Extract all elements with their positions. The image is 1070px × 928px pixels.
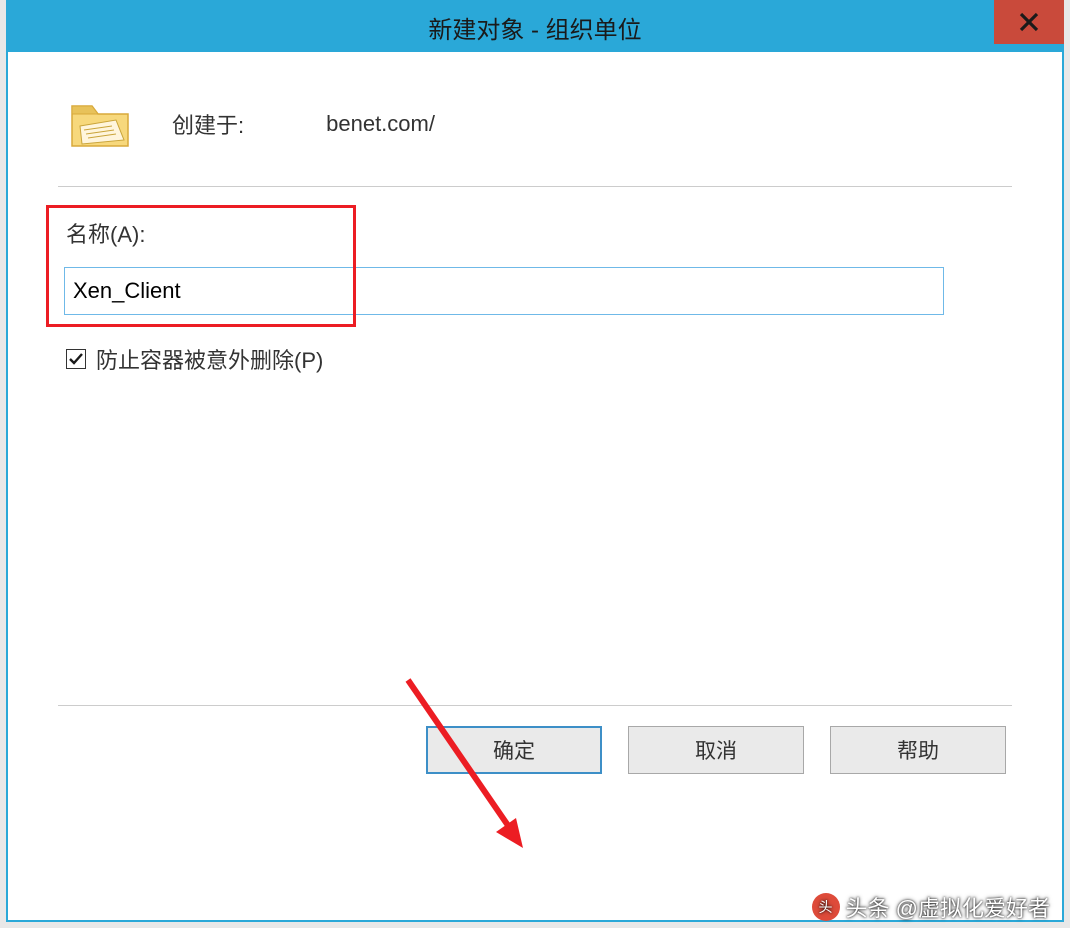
divider	[58, 186, 1012, 187]
protect-checkbox[interactable]	[66, 349, 86, 369]
create-in-label: 创建于:	[172, 108, 244, 140]
new-ou-dialog: 新建对象 - 组织单位 创建于: benet.com/ 名称(A):	[6, 0, 1064, 922]
folder-icon	[68, 92, 132, 156]
dialog-content: 创建于: benet.com/ 名称(A): 防止容器被意外删除(P) 确定 取…	[8, 52, 1062, 920]
help-button[interactable]: 帮助	[830, 726, 1006, 774]
button-row: 确定 取消 帮助	[58, 726, 1012, 774]
header-row: 创建于: benet.com/	[58, 92, 1012, 156]
protect-checkbox-label: 防止容器被意外删除(P)	[96, 343, 323, 375]
name-input[interactable]	[64, 267, 944, 315]
footer-divider	[58, 705, 1012, 706]
dialog-title: 新建对象 - 组织单位	[428, 10, 641, 45]
close-icon	[1018, 11, 1040, 33]
protect-checkbox-row: 防止容器被意外删除(P)	[66, 343, 1012, 375]
close-button[interactable]	[994, 0, 1064, 44]
checkmark-icon	[68, 351, 84, 367]
name-section: 名称(A):	[48, 217, 1012, 315]
create-in-path: benet.com/	[326, 111, 435, 137]
titlebar[interactable]: 新建对象 - 组织单位	[8, 2, 1062, 52]
name-label: 名称(A):	[48, 217, 1012, 249]
cancel-button[interactable]: 取消	[628, 726, 804, 774]
ok-button[interactable]: 确定	[426, 726, 602, 774]
